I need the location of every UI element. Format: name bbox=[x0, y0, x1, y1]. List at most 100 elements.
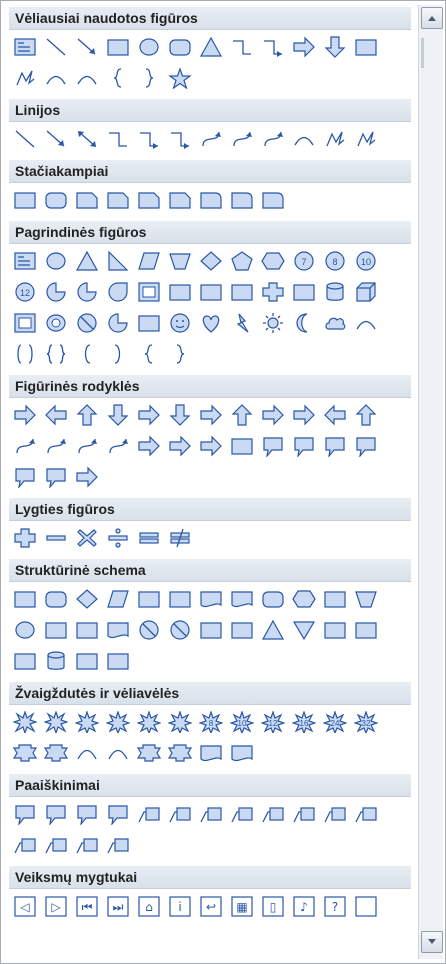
shape-button-plus[interactable] bbox=[11, 524, 39, 552]
shape-button-u-turn-arrow[interactable] bbox=[290, 401, 318, 429]
shape-button-diamond[interactable] bbox=[197, 247, 225, 275]
shape-button-equal[interactable] bbox=[135, 524, 163, 552]
scroll-down-button[interactable] bbox=[421, 931, 443, 953]
shape-button-dodecagon[interactable]: 12 bbox=[11, 278, 39, 306]
shape-button-quad-arrow[interactable] bbox=[197, 401, 225, 429]
shape-button-moon[interactable] bbox=[290, 309, 318, 337]
shape-button-oval[interactable] bbox=[42, 247, 70, 275]
shape-button-frame[interactable] bbox=[135, 278, 163, 306]
shape-button-line-callout-3-border-accent[interactable] bbox=[104, 831, 132, 859]
shape-button-block-arrow-up[interactable] bbox=[73, 401, 101, 429]
shape-button-line-callout-3[interactable] bbox=[197, 800, 225, 828]
shape-button-chord[interactable] bbox=[73, 278, 101, 306]
shape-button-action-beginning[interactable]: ⏮ bbox=[73, 892, 101, 920]
shape-button-curved-arrow-connector[interactable] bbox=[228, 125, 256, 153]
shape-button-direct-access-storage[interactable] bbox=[73, 647, 101, 675]
shape-button-manual-operation[interactable] bbox=[352, 585, 380, 613]
shape-button-line-callout-2-accent[interactable] bbox=[259, 800, 287, 828]
shape-button-textbox[interactable] bbox=[11, 33, 39, 61]
shape-button-flowchart-shape[interactable] bbox=[352, 33, 380, 61]
shape-button-double-wave[interactable] bbox=[228, 739, 256, 767]
shape-button-decision[interactable] bbox=[73, 585, 101, 613]
shape-button-quad-arrow-callout[interactable] bbox=[42, 463, 70, 491]
shape-button-oval-callout[interactable] bbox=[73, 800, 101, 828]
shape-button-line[interactable] bbox=[42, 33, 70, 61]
shape-button-bent-arrow[interactable] bbox=[259, 401, 287, 429]
shape-button-terminator[interactable] bbox=[259, 585, 287, 613]
shape-button-heart[interactable] bbox=[197, 309, 225, 337]
shape-button-block-arrow-left[interactable] bbox=[42, 401, 70, 429]
shape-button-cloud[interactable] bbox=[321, 309, 349, 337]
shape-button-collate[interactable] bbox=[197, 616, 225, 644]
shape-button-star-4[interactable] bbox=[73, 708, 101, 736]
shape-button-curved-connector[interactable] bbox=[197, 125, 225, 153]
shape-button-line-callout-1-border-accent[interactable] bbox=[42, 831, 70, 859]
shape-button-vertical-scroll[interactable] bbox=[135, 739, 163, 767]
shape-button-action-home[interactable]: ⌂ bbox=[135, 892, 163, 920]
shape-button-snip-diagonal[interactable] bbox=[135, 186, 163, 214]
shape-button-arc[interactable] bbox=[42, 64, 70, 92]
shape-button-action-end[interactable]: ⏭ bbox=[104, 892, 132, 920]
shape-button-line-callout-2-no-border[interactable] bbox=[352, 800, 380, 828]
shape-button-left-bracket[interactable] bbox=[73, 340, 101, 368]
shape-button-internal-storage[interactable] bbox=[166, 585, 194, 613]
shape-button-block-arrow-down[interactable] bbox=[104, 401, 132, 429]
shape-button-left-brace[interactable] bbox=[104, 64, 132, 92]
shape-button-pie[interactable] bbox=[42, 278, 70, 306]
shape-button-notched-right-arrow[interactable] bbox=[166, 432, 194, 460]
shape-button-action-return[interactable]: ↩ bbox=[197, 892, 225, 920]
shape-button-rectangle[interactable] bbox=[11, 186, 39, 214]
shape-button-not-equal[interactable] bbox=[166, 524, 194, 552]
shape-button-textbox[interactable] bbox=[11, 247, 39, 275]
shape-button-star-6[interactable] bbox=[135, 708, 163, 736]
shape-button-left-right-arrow[interactable] bbox=[135, 401, 163, 429]
shape-button-action-back[interactable]: ◁ bbox=[11, 892, 39, 920]
shape-button-folded-corner[interactable] bbox=[135, 309, 163, 337]
shape-button-line-callout-3-accent[interactable] bbox=[290, 800, 318, 828]
shape-button-star-10[interactable]: 10 bbox=[228, 708, 256, 736]
shape-button-curved-down-arrow[interactable] bbox=[104, 432, 132, 460]
shape-button-curved-up-arrow[interactable] bbox=[73, 432, 101, 460]
shape-button-minus[interactable] bbox=[42, 524, 70, 552]
shape-button-chevron[interactable] bbox=[228, 432, 256, 460]
shape-button-cube[interactable] bbox=[352, 278, 380, 306]
shape-button-heptagon[interactable]: 7 bbox=[290, 247, 318, 275]
shape-button-preparation[interactable] bbox=[290, 585, 318, 613]
shape-button-action-help[interactable]: ? bbox=[321, 892, 349, 920]
shape-button-donut[interactable] bbox=[42, 309, 70, 337]
shape-button-block-arrow-down[interactable] bbox=[321, 33, 349, 61]
shape-button-pentagon[interactable] bbox=[228, 247, 256, 275]
shape-button-lightning-bolt[interactable] bbox=[228, 309, 256, 337]
shape-button-elbow-arrow-connector[interactable] bbox=[259, 33, 287, 61]
shape-button-can[interactable] bbox=[321, 278, 349, 306]
scroll-thumb[interactable] bbox=[421, 38, 424, 68]
shape-button-action-forward[interactable]: ▷ bbox=[42, 892, 70, 920]
shape-button-action-information[interactable]: i bbox=[166, 892, 194, 920]
shape-button-curved-down-ribbon[interactable] bbox=[104, 739, 132, 767]
shape-button-down-ribbon[interactable] bbox=[42, 739, 70, 767]
shape-button-circular-arrow[interactable] bbox=[73, 463, 101, 491]
shape-button-double-bracket[interactable] bbox=[11, 340, 39, 368]
shape-button-striped-right-arrow[interactable] bbox=[135, 432, 163, 460]
shape-button-stored-data[interactable] bbox=[321, 616, 349, 644]
shape-button-star-7[interactable] bbox=[166, 708, 194, 736]
shape-button-magnetic-disk[interactable] bbox=[42, 647, 70, 675]
shape-button-bent-up-arrow[interactable] bbox=[352, 401, 380, 429]
shape-button-pentagon-arrow[interactable] bbox=[197, 432, 225, 460]
shape-button-arrow-line[interactable] bbox=[73, 33, 101, 61]
shape-button-rectangular-callout[interactable] bbox=[11, 800, 39, 828]
shape-button-trapezoid[interactable] bbox=[166, 247, 194, 275]
shape-button-star-12[interactable]: 12 bbox=[259, 708, 287, 736]
shape-button-left-arrow-callout[interactable] bbox=[321, 432, 349, 460]
shape-button-octagon[interactable]: 8 bbox=[321, 247, 349, 275]
shape-button-left-brace[interactable] bbox=[135, 340, 163, 368]
shape-button-card[interactable] bbox=[73, 616, 101, 644]
shape-button-wave[interactable] bbox=[197, 739, 225, 767]
shape-button-display[interactable] bbox=[104, 647, 132, 675]
shape-button-block-arrow-right[interactable] bbox=[11, 401, 39, 429]
shape-button-sun[interactable] bbox=[259, 309, 287, 337]
shape-button-process[interactable] bbox=[11, 585, 39, 613]
shape-button-line-callout-1-accent[interactable] bbox=[228, 800, 256, 828]
shape-button-decagon[interactable]: 10 bbox=[352, 247, 380, 275]
shape-button-l-shape[interactable] bbox=[197, 278, 225, 306]
